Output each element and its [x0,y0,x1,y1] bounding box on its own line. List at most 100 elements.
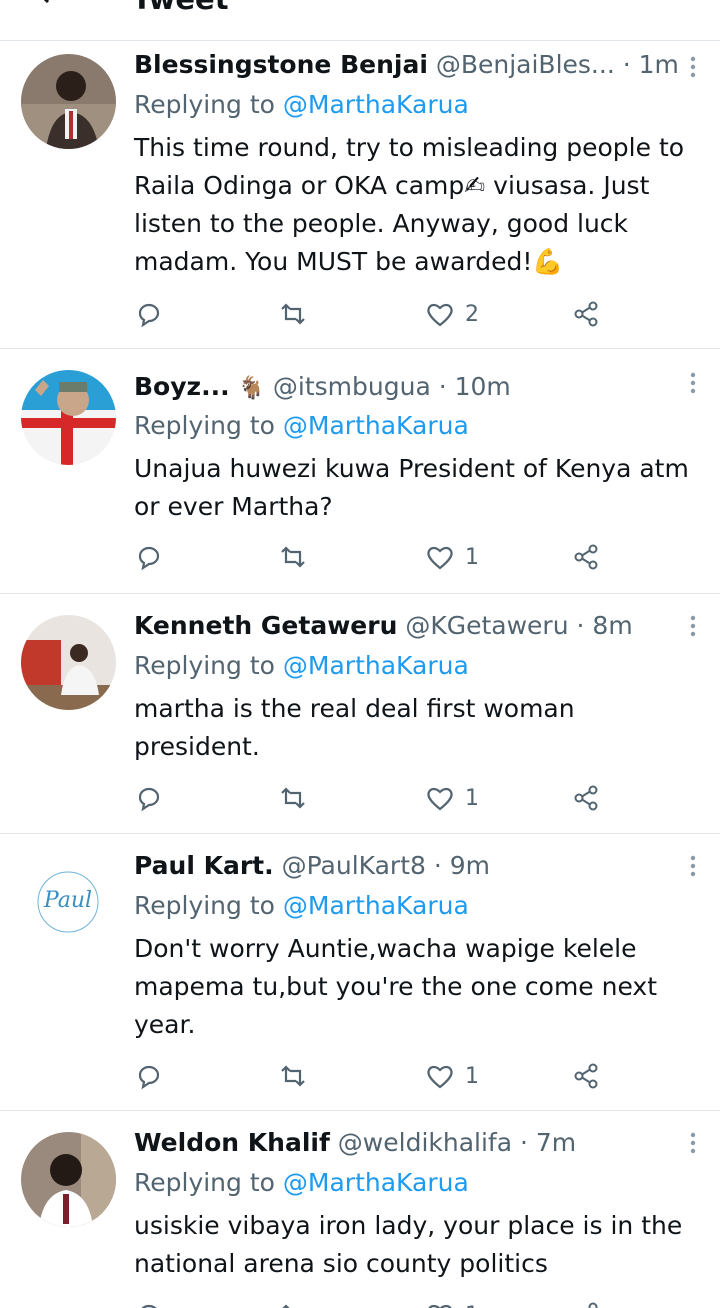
tweet-text: martha is the real deal first woman pres… [134,694,575,761]
like-button[interactable]: 2 [425,296,479,332]
like-icon [427,1065,453,1089]
more-icon[interactable] [678,614,708,638]
top-bar: Tweet [0,0,720,41]
like-count: 2 [465,301,479,327]
separator-dot: · [433,851,442,880]
goat-emoji: 🐐 [237,376,265,401]
retweet-button[interactable] [278,296,308,332]
timestamp[interactable]: 7m [536,1128,576,1157]
author-name[interactable]: Paul Kart. [134,851,274,880]
reply-button[interactable] [134,780,164,816]
share-icon [574,785,598,811]
author-name[interactable]: Boyz... [134,372,230,401]
author-name[interactable]: Kenneth Getaweru [134,611,397,640]
author-name[interactable]: Weldon Khalif [134,1128,330,1157]
share-button[interactable] [571,539,601,575]
author-handle[interactable]: @BenjaiBles... [436,50,615,79]
author-name[interactable]: Blessingstone Benjai [134,50,428,79]
replying-label: Replying to [134,90,275,119]
share-button[interactable] [571,780,601,816]
reply-icon [138,787,160,812]
replying-to: Replying to @MarthaKarua [134,408,469,444]
like-button[interactable]: 1 [425,780,479,816]
author-handle[interactable]: @PaulKart8 [282,851,426,880]
share-icon [574,301,598,327]
avatar[interactable]: Paul [21,855,116,950]
replying-label: Replying to [134,891,275,920]
like-count: 1 [465,1063,479,1089]
like-icon [428,1304,452,1308]
retweet-icon [281,1065,305,1087]
replying-to: Replying to @MarthaKarua [134,648,469,684]
tweet-reply[interactable]: Paul Paul Kart. @PaulKart8 · 9m Replying… [0,834,720,1111]
like-icon [427,787,453,811]
share-icon [588,1302,598,1308]
share-icon [574,1063,598,1089]
tweet-text: This time round, try to misleading peopl… [134,133,685,276]
avatar[interactable] [21,370,116,465]
mention-link[interactable]: @MarthaKarua [283,411,469,440]
separator-dot: · [438,372,447,401]
replying-to: Replying to @MarthaKarua [134,87,469,123]
mention-link[interactable]: @MarthaKarua [283,651,469,680]
replying-to: Replying to @MarthaKarua [134,888,469,924]
mention-link[interactable]: @MarthaKarua [283,1168,469,1197]
timestamp[interactable]: 8m [592,611,632,640]
reply-button[interactable] [134,1058,164,1094]
avatar[interactable] [21,1132,116,1227]
like-button[interactable]: 1 [425,1058,479,1094]
retweet-icon [281,303,305,325]
like-icon [427,546,453,570]
mention-link[interactable]: @MarthaKarua [283,891,469,920]
retweet-button[interactable] [278,1058,308,1094]
like-count: 1 [465,785,479,811]
retweet-icon [282,1304,290,1308]
like-count: 1 [465,1303,479,1308]
retweet-button[interactable] [278,1297,308,1308]
replying-label: Replying to [134,651,275,680]
avatar[interactable] [21,54,116,149]
like-count: 1 [465,544,479,570]
avatar[interactable] [21,615,116,710]
timestamp[interactable]: 10m [455,372,511,401]
timestamp[interactable]: 9m [450,851,490,880]
timestamp[interactable]: 1m [639,50,679,79]
retweet-button[interactable] [278,780,308,816]
back-arrow-icon[interactable] [30,0,58,6]
like-icon [427,303,453,327]
page-title: Tweet [132,0,229,16]
reply-icon [138,303,160,328]
share-icon [574,544,598,570]
separator-dot: · [520,1128,528,1157]
replying-label: Replying to [134,411,275,440]
author-handle[interactable]: @weldikhalifa [338,1128,512,1157]
reply-button[interactable] [134,1297,164,1308]
separator-dot: · [576,611,585,640]
separator-dot: · [622,50,631,79]
reply-icon [138,1065,160,1090]
retweet-button[interactable] [278,539,308,575]
like-button[interactable]: 1 [425,1297,479,1308]
reply-icon [141,1304,157,1308]
more-icon[interactable] [678,854,708,878]
share-button[interactable] [571,1058,601,1094]
reply-button[interactable] [134,296,164,332]
more-icon[interactable] [678,55,708,79]
retweet-icon [281,546,305,568]
tweet-reply[interactable]: Weldon Khalif @weldikhalifa · 7m Replyin… [0,1111,720,1308]
tweet-reply[interactable]: Boyz... 🐐 @itsmbugua · 10m Replying to @… [0,349,720,594]
reply-button[interactable] [134,539,164,575]
tweet-reply[interactable]: Blessingstone Benjai @BenjaiBles... · 1m… [0,41,720,349]
like-button[interactable]: 1 [425,539,479,575]
mention-link[interactable]: @MarthaKarua [283,90,469,119]
author-handle[interactable]: @KGetaweru [405,611,568,640]
tweet-text: usiskie vibaya iron lady, your place is … [134,1211,683,1278]
tweet-reply[interactable]: Kenneth Getaweru @KGetaweru · 8m Replyin… [0,594,720,834]
more-icon[interactable] [678,1131,708,1155]
replying-label: Replying to [134,1168,275,1197]
share-button[interactable] [571,1297,601,1308]
more-icon[interactable] [678,371,708,395]
author-handle[interactable]: @itsmbugua [273,372,431,401]
reply-icon [138,546,160,571]
share-button[interactable] [571,296,601,332]
